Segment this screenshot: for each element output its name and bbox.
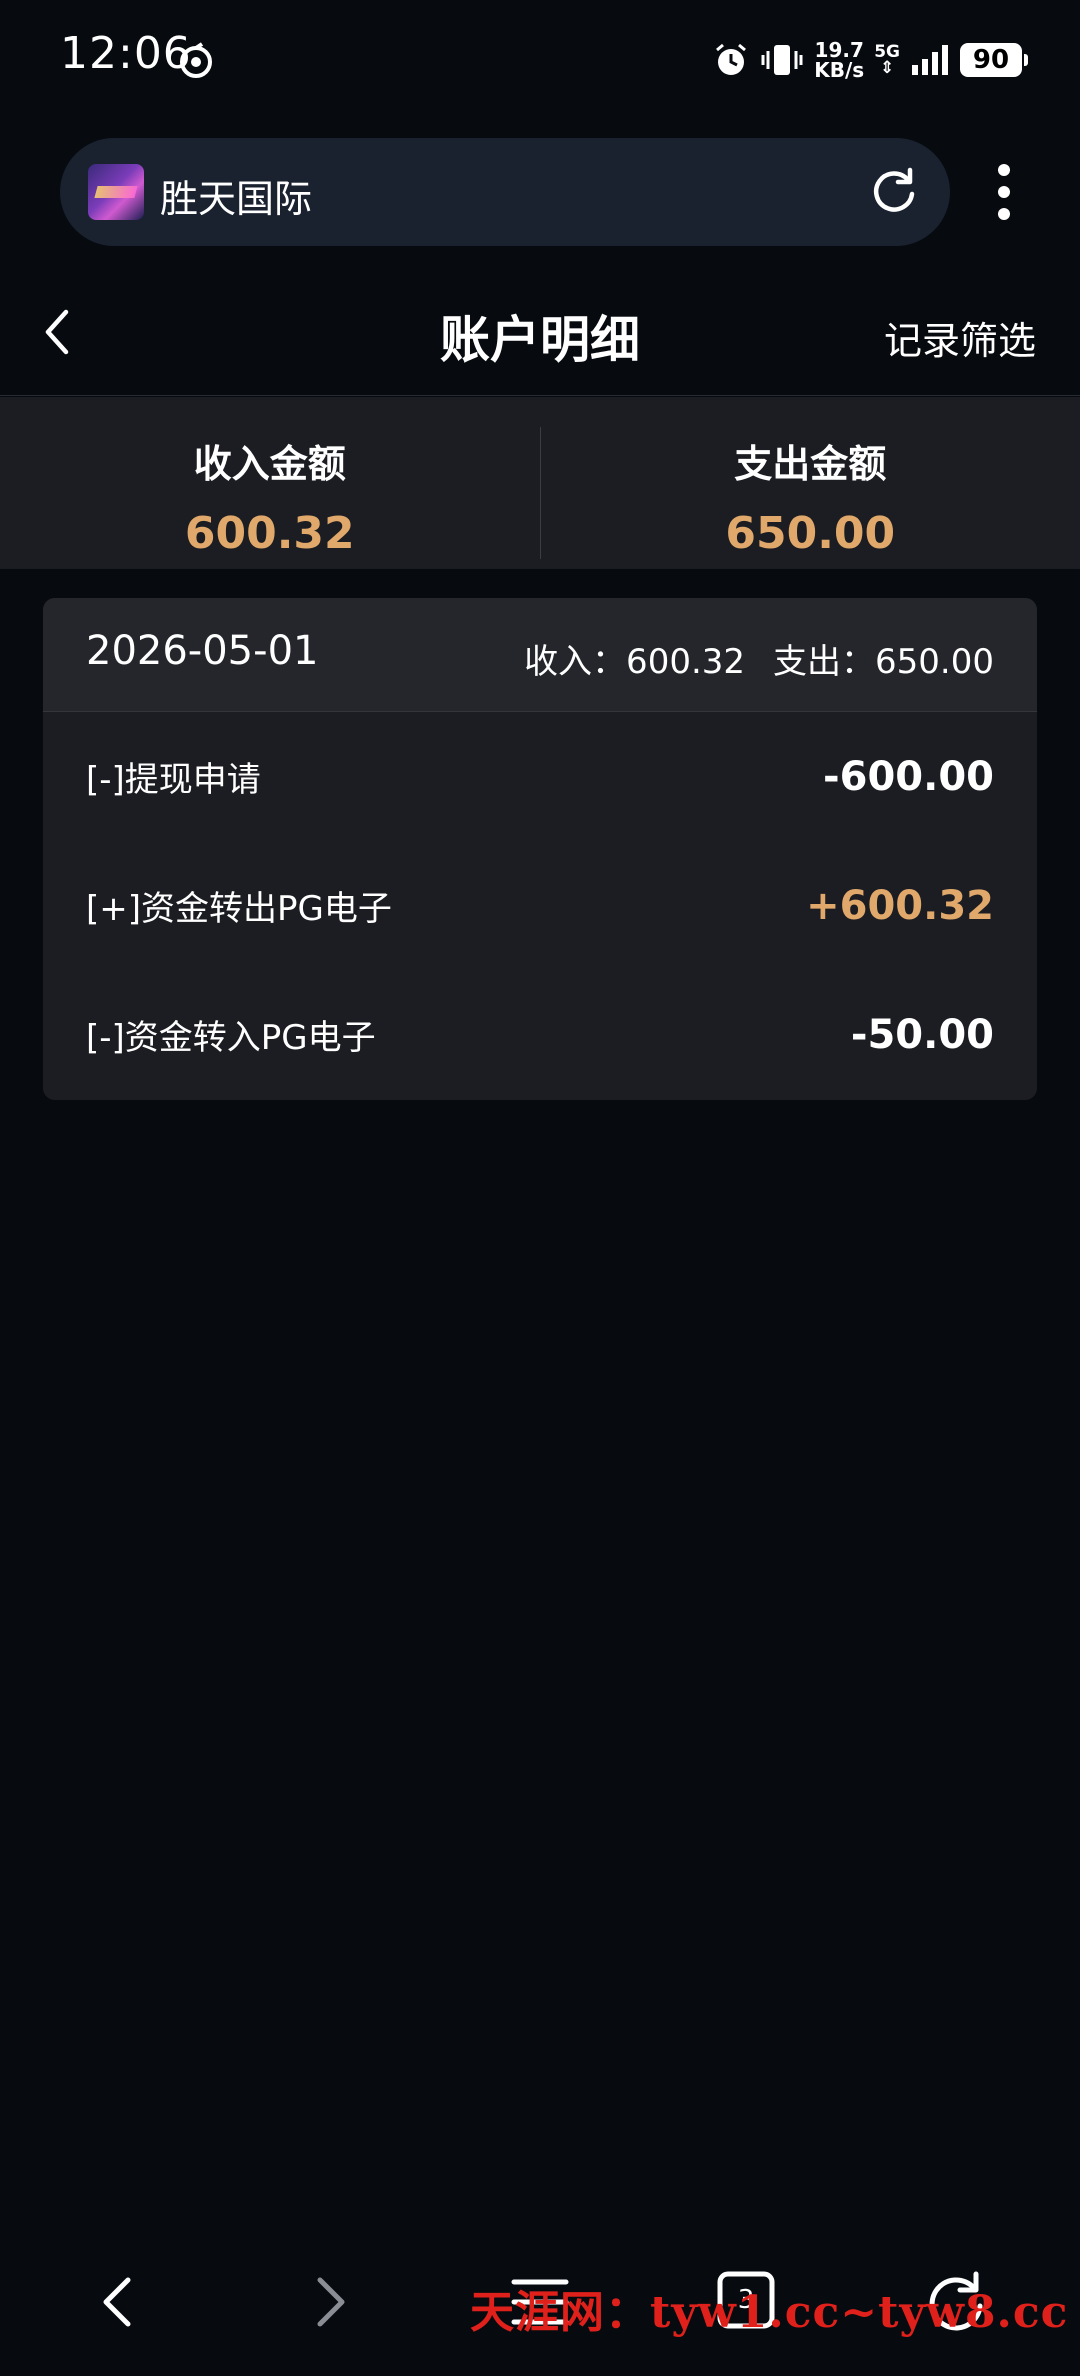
record-card-header: 2026-05-01 收入：600.32 支出：650.00 <box>43 598 1037 712</box>
signal-icon <box>912 45 948 75</box>
network-speed: 19.7 KB/s <box>814 40 864 80</box>
record-amount: -50.00 <box>850 1012 994 1058</box>
income-label: 收入金额 <box>193 442 346 486</box>
vibrate-icon <box>761 45 803 75</box>
status-icons: 19.7 KB/s 5G ⇕ 90 <box>712 30 1028 90</box>
status-time: 12:06 <box>60 28 192 79</box>
day-expense: 支出：650.00 <box>773 642 994 682</box>
site-logo <box>88 164 144 220</box>
day-income: 收入：600.32 <box>524 642 746 682</box>
record-totals: 收入：600.32 支出：650.00 <box>524 634 994 683</box>
app-notification-icon <box>180 42 212 78</box>
record-card: 2026-05-01 收入：600.32 支出：650.00 [-]提现申请 -… <box>43 598 1037 1100</box>
record-description: [+]资金转出PG电子 <box>86 889 392 929</box>
expense-label: 支出金额 <box>734 442 887 486</box>
record-description: [-]资金转入PG电子 <box>86 1018 376 1058</box>
record-description: [-]提现申请 <box>86 760 261 800</box>
reload-icon[interactable] <box>868 166 920 218</box>
record-row[interactable]: [-]资金转入PG电子 -50.00 <box>43 970 1037 1099</box>
alarm-icon <box>716 43 747 75</box>
status-bar: 12:06 19.7 KB/s 5G ⇕ 90 <box>0 0 1080 120</box>
record-row[interactable]: [+]资金转出PG电子 +600.32 <box>43 841 1037 970</box>
site-name: 胜天国际 <box>160 177 313 221</box>
nav-back-icon[interactable] <box>88 2270 152 2334</box>
record-amount: -600.00 <box>823 754 994 800</box>
record-filter-button[interactable]: 记录筛选 <box>884 310 1036 365</box>
page-header: 账户明细 记录筛选 <box>0 270 1080 396</box>
record-amount: +600.32 <box>806 883 994 929</box>
income-summary: 收入金额 600.32 <box>0 397 540 569</box>
record-row[interactable]: [-]提现申请 -600.00 <box>43 712 1037 841</box>
network-speed-unit: KB/s <box>814 58 865 82</box>
address-bar[interactable]: 胜天国际 <box>60 138 950 246</box>
income-value: 600.32 <box>184 508 355 559</box>
watermark-text: 天涯网：tyw1.cc~tyw8.cc <box>470 2287 1069 2338</box>
network-speed-value: 19.7 <box>814 38 864 62</box>
record-date: 2026-05-01 <box>86 628 319 674</box>
nav-forward-icon[interactable] <box>296 2270 360 2334</box>
expense-summary: 支出金额 650.00 <box>541 397 1080 569</box>
data-arrows-icon: ⇕ <box>879 58 895 78</box>
network-type: 5G ⇕ <box>874 44 900 78</box>
summary-panel: 收入金额 600.32 支出金额 650.00 <box>0 397 1080 569</box>
more-options-icon[interactable] <box>992 162 1016 222</box>
expense-value: 650.00 <box>725 508 896 559</box>
battery-icon: 90 <box>960 43 1028 77</box>
